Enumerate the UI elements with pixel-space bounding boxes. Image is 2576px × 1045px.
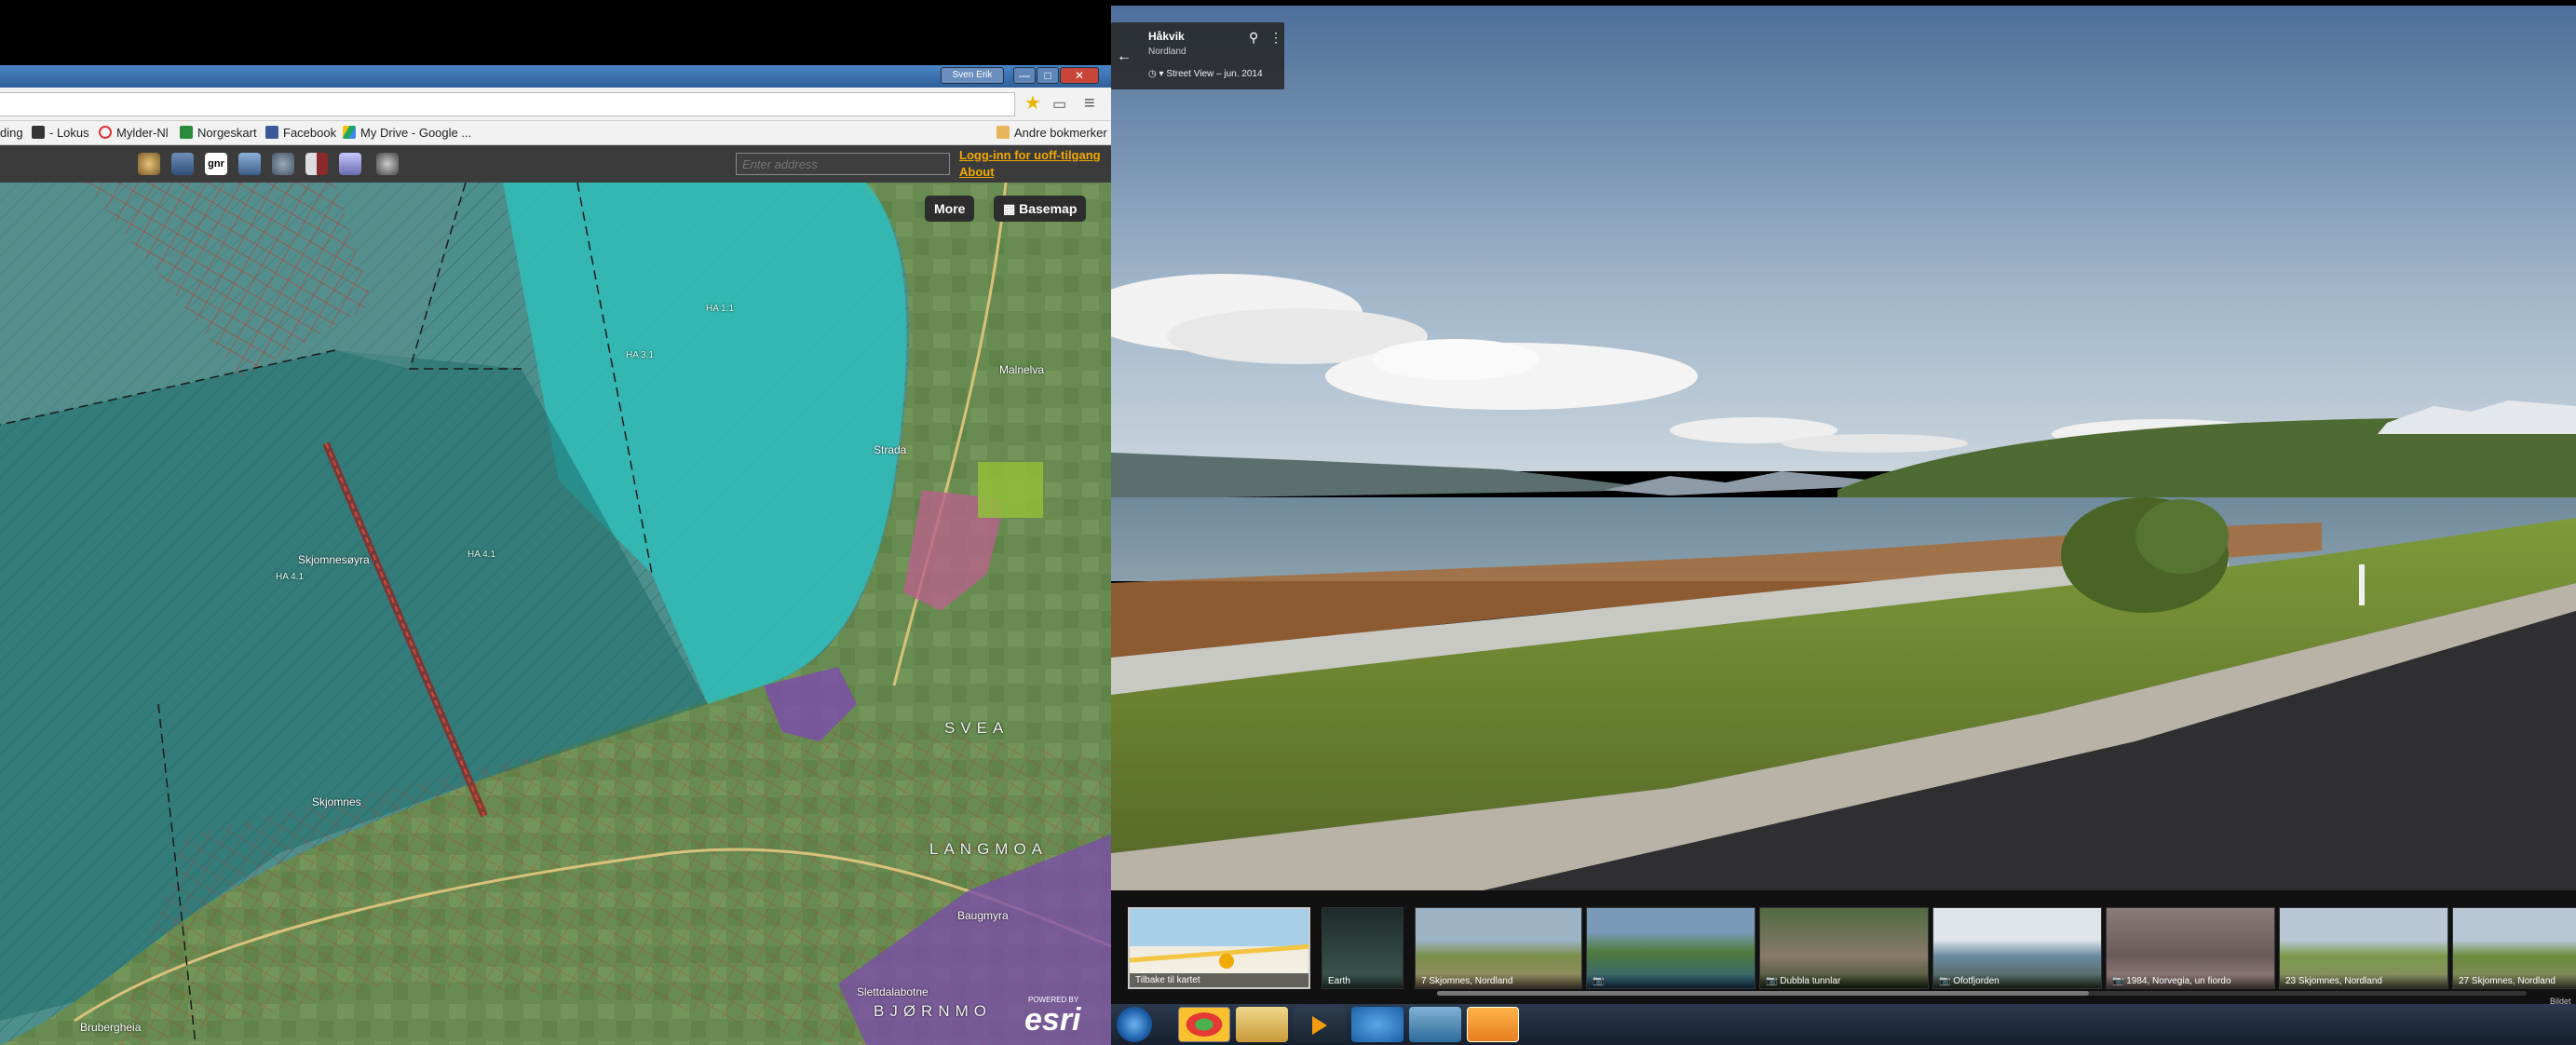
panorama-image xyxy=(1111,6,2576,890)
grid-icon: ▦ xyxy=(1003,201,1020,216)
label-bruberget: Brubergheia xyxy=(80,1021,142,1034)
book-icon[interactable] xyxy=(305,153,328,175)
mylder-icon xyxy=(99,126,112,139)
menu-icon[interactable]: ≡ xyxy=(1084,93,1095,114)
vehicle-icon[interactable] xyxy=(376,153,399,175)
earth-thumb[interactable]: Earth xyxy=(1322,907,1403,989)
folder-icon xyxy=(997,126,1010,139)
label-langmoa: LANGMOA xyxy=(929,840,1049,858)
minimize-button[interactable]: — xyxy=(1013,67,1036,84)
close-button[interactable]: ✕ xyxy=(1060,67,1099,84)
photo-thumb-4[interactable]: 📷 Ofotfjorden xyxy=(1932,907,2102,989)
address-search-input[interactable] xyxy=(736,153,950,175)
clock-icon: ◷ ▾ xyxy=(1148,69,1167,79)
maximize-button[interactable]: □ xyxy=(1037,67,1059,84)
map-toolbar: gnr Logg-inn for uoff-tilgang About xyxy=(0,145,1111,183)
pin-icon[interactable]: ⚲ xyxy=(1249,30,1258,46)
label-skjomnesoyra: Skjomnesøyra xyxy=(298,553,370,566)
norgeskart-icon xyxy=(180,126,193,139)
outlook-icon[interactable] xyxy=(1467,1007,1519,1042)
label-svea: SVEA xyxy=(944,719,1010,737)
star-icon[interactable]: ★ xyxy=(1024,93,1041,114)
thumb-caption: 27 Skjomnes, Nordland xyxy=(2453,974,2576,988)
thumb-caption: 📷 Ofotfjorden xyxy=(1933,974,2101,988)
bookmark-other[interactable]: Andre bokmerker xyxy=(997,125,1107,142)
street-view-window: ← Håkvik Nordland ⚲ ⋮ ◷ ▾ Street View – … xyxy=(1111,0,2576,1045)
start-orb[interactable] xyxy=(1117,1007,1152,1042)
thumb-caption: 📷 Dubbla tunnlar xyxy=(1760,974,1928,988)
thumb-caption: 23 Skjomnes, Nordland xyxy=(2280,974,2447,988)
photo-thumb-6[interactable]: 23 Skjomnes, Nordland xyxy=(2279,907,2448,989)
basemap-button[interactable]: ▦ Basemap xyxy=(994,196,1087,222)
about-link[interactable]: About xyxy=(959,165,995,179)
lokus-icon xyxy=(32,126,45,139)
bookmark-mylder[interactable]: Mylder-Nl xyxy=(99,125,169,142)
photo-thumb-3[interactable]: 📷 Dubbla tunnlar xyxy=(1759,907,1929,989)
compass-icon[interactable] xyxy=(138,153,160,175)
label-ha41b: HA 4.1 xyxy=(468,550,496,560)
location-card: ← Håkvik Nordland ⚲ ⋮ ◷ ▾ Street View – … xyxy=(1111,22,1284,89)
chrome-icon[interactable] xyxy=(1178,1007,1230,1042)
arrow-left-icon[interactable]: ← xyxy=(1117,48,1132,65)
url-input[interactable] xyxy=(0,92,1015,116)
bookmarks-bar: ding - Lokus Mylder-Nl Norgeskart Facebo… xyxy=(0,121,1111,145)
bookmark-drive[interactable]: My Drive - Google ... xyxy=(343,125,471,142)
ie-icon[interactable] xyxy=(1351,1007,1403,1042)
bookmark-lokus[interactable]: - Lokus xyxy=(32,125,89,142)
gears-icon[interactable] xyxy=(272,153,294,175)
label-strada: Strada xyxy=(874,443,907,456)
location-region: Nordland xyxy=(1148,47,1186,57)
app-icon[interactable] xyxy=(1409,1007,1461,1042)
address-bar: ★ ▭ ≡ xyxy=(0,88,1111,121)
scrollbar-thumb[interactable] xyxy=(1437,991,2089,996)
gnr-icon[interactable]: gnr xyxy=(205,153,227,175)
label-slettdalabotne: Slettdalabotne xyxy=(857,985,929,998)
photo-filmstrip: Tilbake til kartet Earth 7 Skjomnes, Nor… xyxy=(1111,890,2576,1006)
photo-thumb-5[interactable]: 📷 1984, Norvegia, un fiordo xyxy=(2106,907,2275,989)
window-titlebar: Sven Erik — □ ✕ xyxy=(0,65,1111,88)
photo-thumb-2[interactable]: 📷 xyxy=(1586,907,1756,989)
bookmark-ding[interactable]: ding xyxy=(0,125,23,142)
more-vert-icon[interactable]: ⋮ xyxy=(1269,30,1282,46)
bookmark-facebook[interactable]: Facebook xyxy=(265,125,336,142)
location-title: Håkvik xyxy=(1148,30,1185,43)
back-to-map-thumb[interactable]: Tilbake til kartet xyxy=(1128,907,1310,989)
switch-user-button[interactable]: Sven Erik xyxy=(941,67,1004,84)
esri-logo[interactable]: esri xyxy=(1024,1002,1081,1038)
label-baugmyra: Baugmyra xyxy=(957,909,1009,922)
photo-thumb-1[interactable]: 7 Skjomnes, Nordland xyxy=(1415,907,1582,989)
label-ha31: HA 3.1 xyxy=(626,350,655,360)
capture-date[interactable]: ◷ ▾ Street View – jun. 2014 xyxy=(1148,69,1263,79)
cast-icon[interactable]: ▭ xyxy=(1052,95,1066,115)
thumb-caption: 7 Skjomnes, Nordland xyxy=(1416,974,1581,988)
media-player-icon[interactable] xyxy=(1294,1007,1346,1042)
drive-icon xyxy=(343,126,356,139)
label-skjomnes: Skjomnes xyxy=(312,795,361,808)
windows-taskbar xyxy=(1111,1004,2576,1045)
thumb-caption: 📷 xyxy=(1587,974,1755,988)
thumb-caption: 📷 1984, Norvegia, un fiordo xyxy=(2107,974,2274,988)
photo-thumb-7[interactable]: 27 Skjomnes, Nordland xyxy=(2452,907,2576,989)
browser-window: Sven Erik — □ ✕ ★ ▭ ≡ ding - Lokus Mylde… xyxy=(0,0,1111,1045)
more-button[interactable]: More xyxy=(925,196,975,222)
label-bjornmo: BJØRNMO xyxy=(874,1002,992,1020)
facebook-icon xyxy=(265,126,278,139)
login-link[interactable]: Logg-inn for uoff-tilgang xyxy=(959,148,1101,162)
layers-icon[interactable] xyxy=(238,153,261,175)
label-ha11: HA 1.1 xyxy=(706,304,735,314)
map-canvas[interactable]: More ▦ Basemap Skjomnesøyra Skjomnes Str… xyxy=(0,183,1111,1045)
thumb-caption: Earth xyxy=(1322,974,1403,988)
thumb-caption: Tilbake til kartet xyxy=(1130,973,1308,987)
street-view-panorama[interactable]: ← Håkvik Nordland ⚲ ⋮ ◷ ▾ Street View – … xyxy=(1111,6,2576,890)
explorer-icon[interactable] xyxy=(1236,1007,1288,1042)
truck-icon[interactable] xyxy=(171,153,194,175)
bookmark-norgeskart[interactable]: Norgeskart xyxy=(180,125,257,142)
label-ha41a: HA 4.1 xyxy=(276,572,305,582)
cube-icon[interactable] xyxy=(339,153,361,175)
filmstrip-scrollbar[interactable] xyxy=(1437,991,2527,996)
map-graphics xyxy=(0,183,1111,1045)
label-malnelva: Malnelva xyxy=(999,363,1045,376)
